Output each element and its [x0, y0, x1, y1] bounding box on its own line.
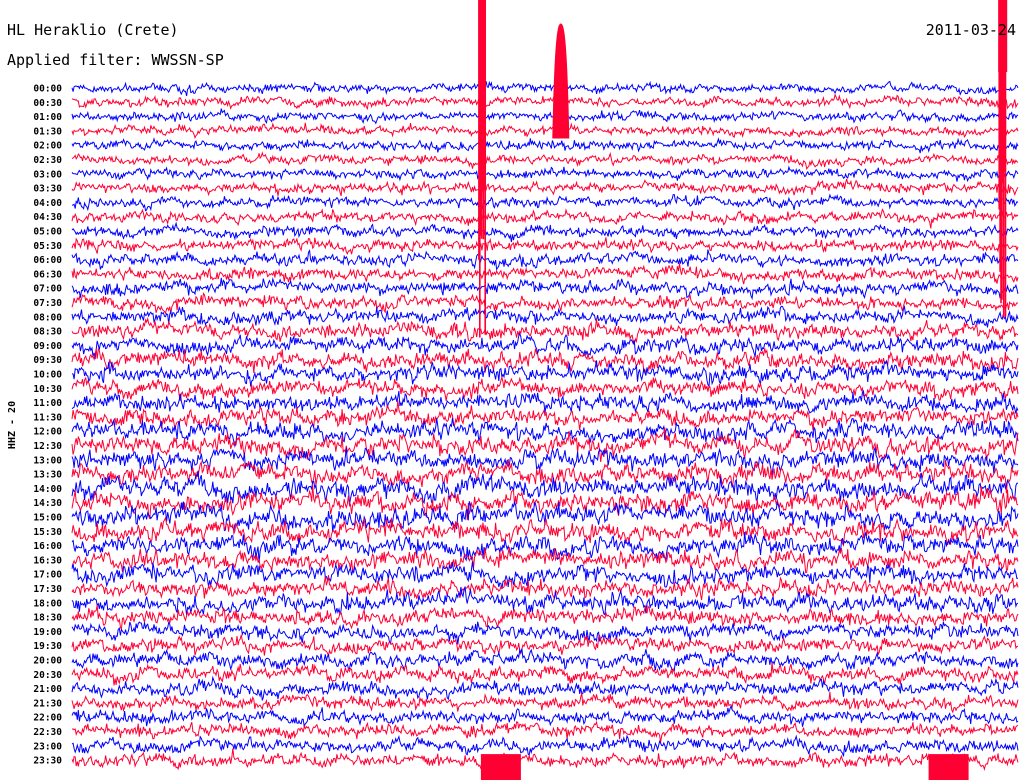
- time-label-0000: 00:00: [33, 84, 62, 95]
- time-label-2030: 20:30: [33, 670, 62, 681]
- time-label-0830: 08:30: [33, 327, 62, 338]
- time-label-0500: 05:00: [33, 227, 62, 238]
- time-label-1930: 19:30: [33, 641, 62, 652]
- time-label-0030: 00:30: [33, 98, 62, 109]
- time-label-1600: 16:00: [33, 541, 62, 552]
- time-label-2000: 20:00: [33, 656, 62, 667]
- time-label-0230: 02:30: [33, 155, 62, 166]
- time-label-0930: 09:30: [33, 355, 62, 366]
- time-label-0400: 04:00: [33, 198, 62, 209]
- time-label-2230: 22:30: [33, 727, 62, 738]
- time-label-0430: 04:30: [33, 212, 62, 223]
- time-label-0300: 03:00: [33, 169, 62, 180]
- filter-label: Applied filter: WWSSN-SP: [7, 51, 224, 69]
- time-label-0200: 02:00: [33, 141, 62, 152]
- time-label-0330: 03:30: [33, 184, 62, 195]
- time-label-0530: 05:30: [33, 241, 62, 252]
- time-label-1730: 17:30: [33, 584, 62, 595]
- time-label-1800: 18:00: [33, 598, 62, 609]
- time-label-1130: 11:30: [33, 412, 62, 423]
- channel-label: HHZ - 20: [7, 401, 18, 449]
- time-label-0100: 01:00: [33, 112, 62, 123]
- time-label-1330: 13:30: [33, 470, 62, 481]
- time-label-1230: 12:30: [33, 441, 62, 452]
- time-label-2200: 22:00: [33, 713, 62, 724]
- time-label-1630: 16:30: [33, 555, 62, 566]
- time-label-2330: 23:30: [33, 756, 62, 767]
- time-label-1500: 15:00: [33, 513, 62, 524]
- time-label-1400: 14:00: [33, 484, 62, 495]
- station-title: HL Heraklio (Crete): [7, 21, 179, 39]
- time-label-1530: 15:30: [33, 527, 62, 538]
- time-label-1200: 12:00: [33, 427, 62, 438]
- time-label-0700: 07:00: [33, 284, 62, 295]
- time-label-0730: 07:30: [33, 298, 62, 309]
- date-label: 2011-03-24: [926, 21, 1016, 39]
- time-label-1430: 14:30: [33, 498, 62, 509]
- time-label-2300: 23:00: [33, 741, 62, 752]
- time-label-2130: 21:30: [33, 698, 62, 709]
- time-label-1100: 11:00: [33, 398, 62, 409]
- time-label-1030: 10:30: [33, 384, 62, 395]
- transient-blob-3: [480, 754, 521, 780]
- time-label-0630: 06:30: [33, 269, 62, 280]
- time-label-1000: 10:00: [33, 370, 62, 381]
- time-label-1900: 19:00: [33, 627, 62, 638]
- time-label-1300: 13:00: [33, 455, 62, 466]
- transient-blob-4: [928, 754, 969, 780]
- time-label-1830: 18:30: [33, 613, 62, 624]
- time-label-0600: 06:00: [33, 255, 62, 266]
- helicorder-chart: HL Heraklio (Crete) 2011-03-24 Applied f…: [0, 0, 1024, 780]
- time-label-0130: 01:30: [33, 126, 62, 137]
- time-label-1700: 17:00: [33, 570, 62, 581]
- time-label-2100: 21:00: [33, 684, 62, 695]
- time-label-0900: 09:00: [33, 341, 62, 352]
- time-label-0800: 08:00: [33, 312, 62, 323]
